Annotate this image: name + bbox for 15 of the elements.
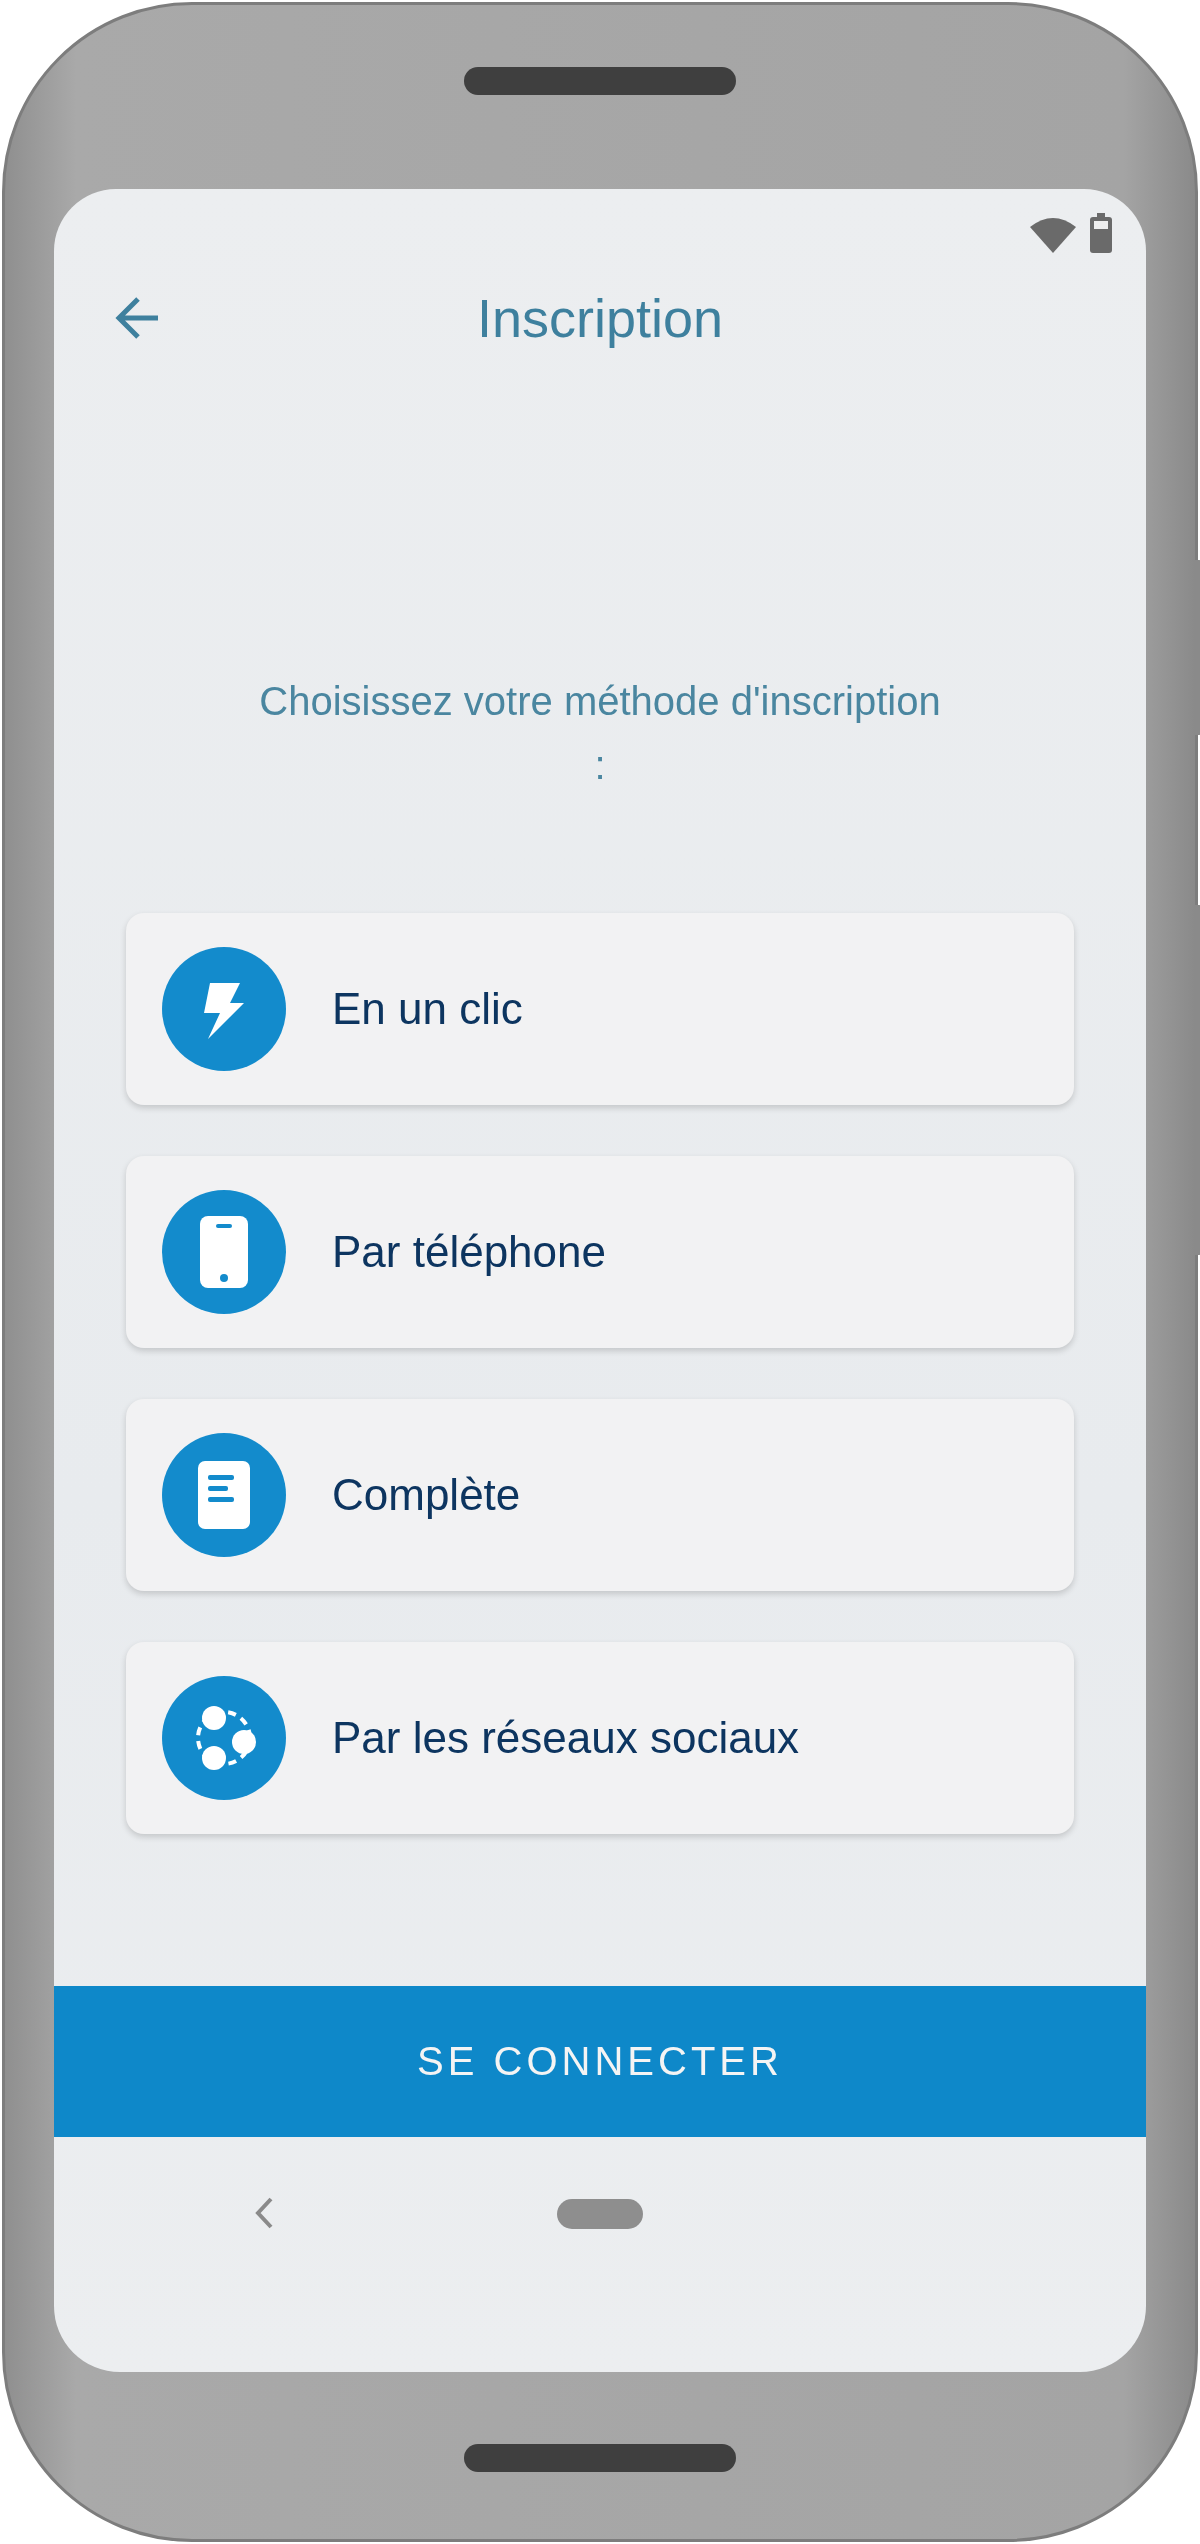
method-option[interactable]: En un clic <box>126 913 1074 1105</box>
nav-back-icon[interactable] <box>254 2197 274 2229</box>
bolt-icon <box>162 947 286 1071</box>
home-pill-icon[interactable] <box>557 2199 643 2229</box>
method-option[interactable]: Complète <box>126 1399 1074 1591</box>
instruction-text: Choisissez votre méthode d'inscription : <box>258 678 942 789</box>
method-option[interactable]: Par téléphone <box>126 1156 1074 1348</box>
wifi-icon <box>1030 217 1076 253</box>
document-icon <box>162 1433 286 1557</box>
battery-icon <box>1090 213 1112 253</box>
phone-icon <box>162 1190 286 1314</box>
page-title: Inscription <box>476 287 724 349</box>
method-option[interactable]: Par les réseaux sociaux <box>126 1642 1074 1834</box>
login-button[interactable]: SE CONNECTER <box>54 1986 1146 2137</box>
social-network-icon <box>162 1676 286 1800</box>
